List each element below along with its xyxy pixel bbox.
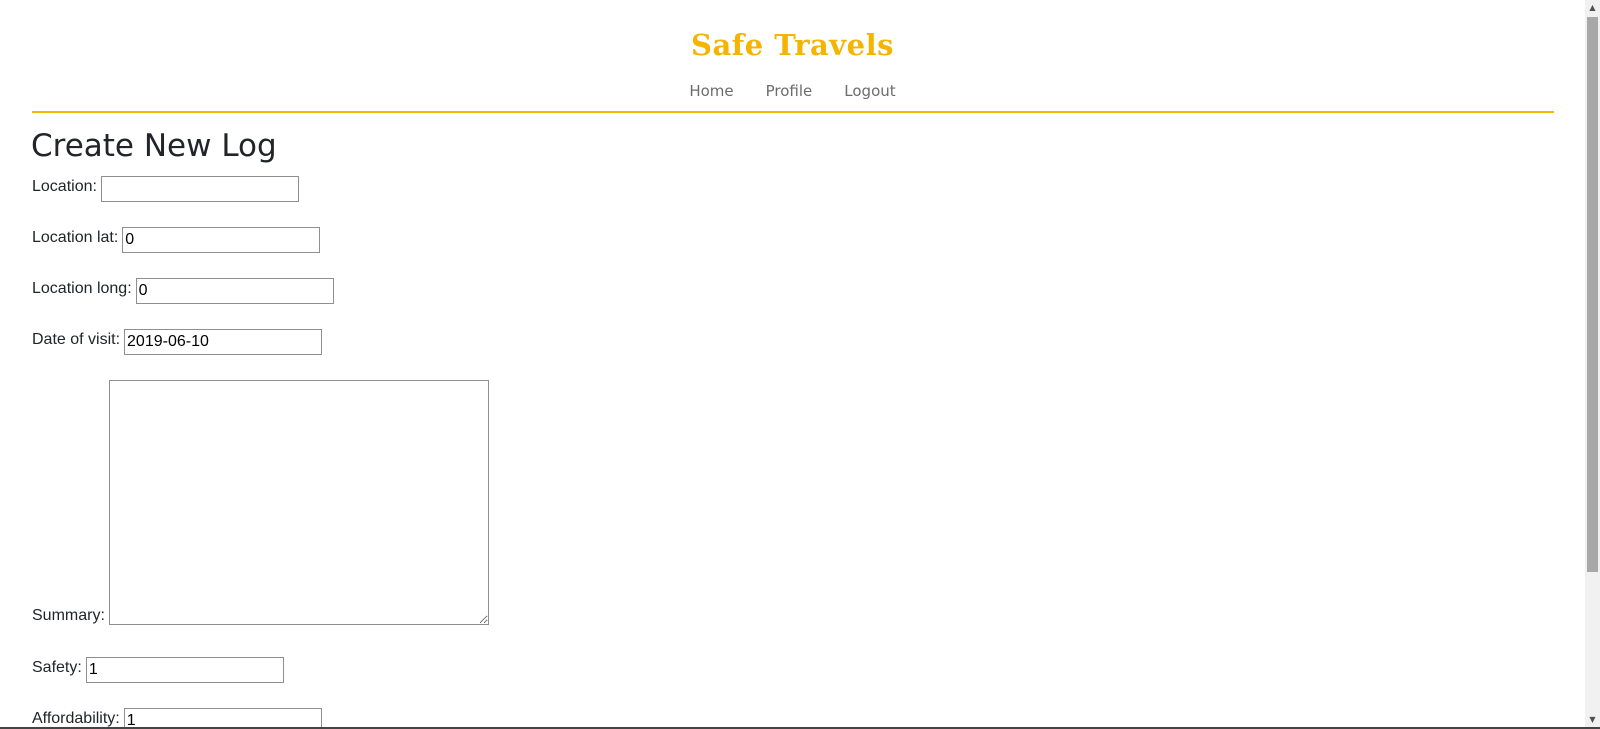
nav-home-link[interactable]: Home — [673, 82, 749, 100]
affordability-label: Affordability: — [32, 710, 120, 727]
location-long-input[interactable] — [135, 278, 334, 304]
safety-label: Safety: — [32, 659, 82, 676]
date-of-visit-row: Date of visit: — [32, 329, 323, 355]
affordability-row: Affordability: — [32, 708, 322, 727]
safety-row: Safety: — [32, 657, 284, 683]
summary-textarea[interactable] — [108, 380, 489, 625]
triangle-up-icon[interactable]: ▲ — [1585, 0, 1600, 15]
location-lat-row: Location lat: — [32, 227, 321, 253]
date-of-visit-label: Date of visit: — [32, 331, 121, 348]
location-long-row: Location long: — [32, 278, 334, 304]
date-of-visit-input[interactable] — [124, 329, 323, 355]
location-row: Location: — [32, 176, 299, 202]
page-title: Create New Log — [31, 128, 277, 164]
location-input[interactable] — [100, 176, 299, 202]
triangle-down-icon[interactable]: ▼ — [1585, 712, 1600, 727]
browser-viewport: Safe Travels Home Profile Logout Create … — [0, 0, 1585, 727]
location-label: Location: — [32, 178, 97, 195]
vertical-scrollbar[interactable]: ▲ ▼ — [1585, 0, 1600, 727]
summary-row: Summary: — [32, 380, 489, 625]
nav-logout-link[interactable]: Logout — [828, 82, 911, 100]
main-nav: Home Profile Logout — [0, 82, 1585, 100]
location-lat-input[interactable] — [122, 227, 321, 253]
summary-label: Summary: — [32, 607, 105, 624]
scrollbar-thumb[interactable] — [1587, 17, 1598, 572]
location-lat-label: Location lat: — [32, 229, 119, 246]
nav-profile-link[interactable]: Profile — [750, 82, 829, 100]
safety-input[interactable] — [85, 657, 284, 683]
affordability-input[interactable] — [123, 708, 322, 727]
site-brand-title[interactable]: Safe Travels — [0, 28, 1585, 62]
location-long-label: Location long: — [32, 280, 132, 297]
header-divider — [32, 111, 1554, 113]
